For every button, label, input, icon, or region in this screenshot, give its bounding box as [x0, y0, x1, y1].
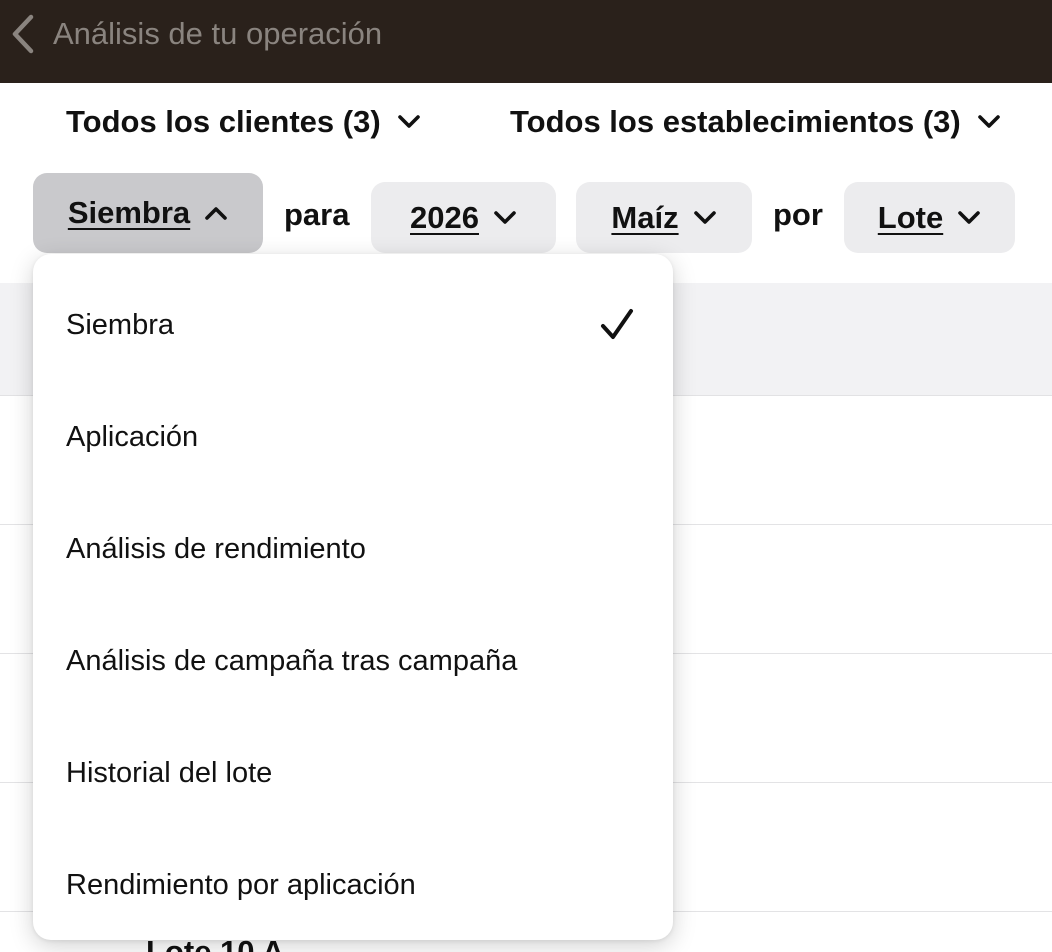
menu-item-rendimiento-aplicacion[interactable]: Rendimiento por aplicación [33, 829, 673, 941]
report-type-selector[interactable]: Siembra [33, 173, 263, 253]
clients-filter[interactable]: Todos los clientes (3) [66, 104, 421, 140]
menu-item-label: Rendimiento por aplicación [66, 868, 416, 901]
chevron-down-icon [397, 115, 420, 128]
navigation-bar: Análisis de tu operación [0, 0, 1052, 83]
menu-item-aplicacion[interactable]: Aplicación [33, 381, 673, 493]
back-button[interactable] [6, 14, 40, 54]
chevron-down-icon [958, 210, 981, 224]
page-title: Análisis de tu operación [53, 16, 383, 51]
app-screen: Análisis de tu operación Todos los clien… [0, 0, 1052, 952]
chevron-down-icon [693, 210, 716, 224]
menu-item-label: Aplicación [66, 420, 199, 453]
year-selector[interactable]: 2026 [371, 182, 556, 253]
establishments-filter[interactable]: Todos los establecimientos (3) [510, 104, 1001, 140]
year-label: 2026 [410, 199, 479, 235]
menu-item-analisis-rendimiento[interactable]: Análisis de rendimiento [33, 493, 673, 605]
checkmark-icon [601, 309, 633, 339]
crop-selector[interactable]: Maíz [576, 182, 752, 253]
menu-item-label: Análisis de rendimiento [66, 532, 366, 565]
chevron-down-icon [977, 115, 1000, 128]
crop-label: Maíz [611, 199, 679, 235]
establishments-filter-label: Todos los establecimientos (3) [510, 104, 961, 139]
menu-item-analisis-campana[interactable]: Análisis de campaña tras campaña [33, 605, 673, 717]
por-label: por [773, 197, 823, 232]
group-by-label: Lote [877, 199, 944, 235]
report-type-label: Siembra [67, 195, 191, 230]
report-type-dropdown: Siembra Aplicación Análisis de rendimien… [33, 254, 673, 940]
menu-item-label: Historial del lote [66, 756, 273, 789]
para-label: para [284, 197, 350, 232]
chevron-left-icon [12, 14, 34, 54]
chevron-up-icon [205, 207, 227, 220]
menu-item-siembra[interactable]: Siembra [33, 269, 673, 381]
menu-item-historial-lote[interactable]: Historial del lote [33, 717, 673, 829]
menu-item-label: Siembra [66, 308, 174, 341]
clients-filter-label: Todos los clientes (3) [66, 104, 381, 139]
chevron-down-icon [494, 210, 516, 224]
menu-item-label: Análisis de campaña tras campaña [66, 644, 518, 677]
group-by-selector[interactable]: Lote [844, 182, 1015, 253]
